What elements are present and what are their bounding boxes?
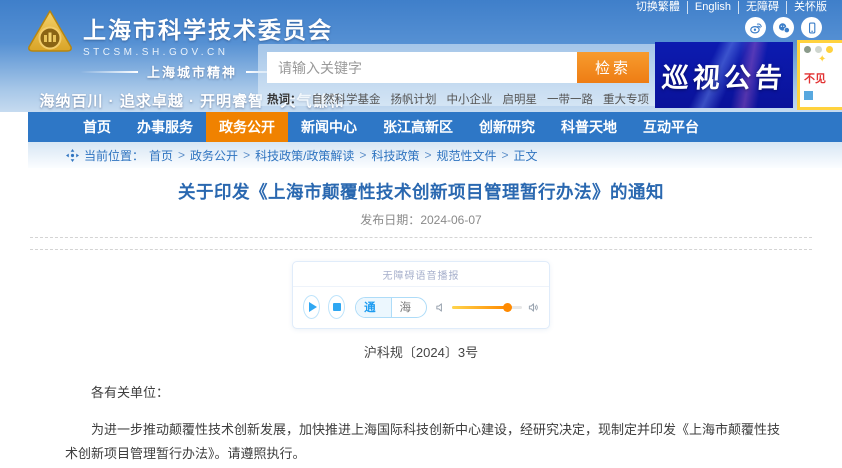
hotwords-label: 热词：: [267, 91, 302, 107]
site-header: 切换繁體 English 无障碍 关怀版: [0, 0, 842, 112]
breadcrumb: 当前位置： 首页 > 政务公开 > 科技政策/政策解读 > 科技政策 > 规范性…: [28, 142, 842, 168]
volume-knob[interactable]: [503, 303, 512, 312]
breadcrumb-normative-docs[interactable]: 规范性文件: [436, 147, 496, 164]
breadcrumb-home[interactable]: 首页: [149, 147, 173, 164]
sparkle-icon: ✦: [818, 55, 842, 65]
hotword-link[interactable]: 一带一路: [547, 91, 593, 107]
play-icon: [309, 302, 317, 312]
location-compass-icon: [66, 149, 79, 162]
inspection-notice-banner[interactable]: 巡视公告: [655, 42, 793, 108]
volume-high-icon: [528, 302, 539, 313]
audio-player: 无障碍语音播报 普通话 上海话: [292, 261, 550, 329]
breadcrumb-separator: >: [359, 148, 366, 162]
weibo-icon[interactable]: [745, 17, 766, 38]
breadcrumb-separator: >: [178, 148, 185, 162]
volume-slider[interactable]: [452, 306, 522, 309]
article-body: 各有关单位： 为进一步推动颠覆性技术创新发展，加快推进上海国际科技创新中心建设，…: [65, 381, 780, 468]
article-title: 关于印发《上海市颠覆性技术创新项目管理暂行办法》的通知: [30, 179, 812, 204]
volume-low-icon: [435, 302, 446, 313]
banner-title: 巡视公告: [661, 56, 788, 95]
breadcrumb-separator: >: [424, 148, 431, 162]
hotword-link[interactable]: 中小企业: [447, 91, 493, 107]
dashed-divider: [30, 237, 812, 238]
search-input[interactable]: [267, 52, 577, 83]
hotword-link[interactable]: 启明星: [503, 91, 538, 107]
main-nav: 首页 办事服务 政务公开 新闻中心 张江高新区 创新研究 科普天地 互动平台: [28, 112, 842, 142]
site-name: 上海市科学技术委员会: [83, 11, 333, 45]
document-number: 沪科规〔2024〕3号: [30, 342, 812, 361]
link-english[interactable]: English: [688, 1, 739, 14]
site-logo: [26, 9, 74, 60]
breadcrumb-label: 当前位置：: [84, 147, 144, 164]
play-button[interactable]: [303, 295, 320, 319]
article-paragraph: 为进一步推动颠覆性技术创新发展，加快推进上海国际科技创新中心建设，经研究决定，现…: [65, 418, 780, 466]
link-accessibility[interactable]: 无障碍: [739, 1, 787, 14]
nav-item-interaction[interactable]: 互动平台: [630, 112, 712, 142]
nav-item-news[interactable]: 新闻中心: [288, 112, 370, 142]
shanghainese-option[interactable]: 上海话: [392, 298, 426, 317]
link-care-version[interactable]: 关怀版: [787, 1, 834, 14]
mandarin-option[interactable]: 普通话: [356, 298, 391, 317]
side-banner-card[interactable]: ✦ 不见: [797, 40, 842, 110]
search-button[interactable]: 检索: [577, 52, 649, 83]
mobile-icon[interactable]: [801, 17, 822, 38]
breadcrumb-gov-affairs[interactable]: 政务公开: [190, 147, 238, 164]
breadcrumb-policy-interpretation[interactable]: 科技政策/政策解读: [255, 147, 354, 164]
audio-player-title: 无障碍语音播报: [293, 262, 549, 287]
nav-item-zhangjiang[interactable]: 张江高新区: [370, 112, 466, 142]
link-traditional-chinese[interactable]: 切换繁體: [629, 1, 688, 14]
city-spirit-label: 上海城市精神: [147, 62, 237, 81]
breadcrumb-separator: >: [243, 148, 250, 162]
publish-date: 发布日期：2024-06-07: [30, 211, 812, 228]
wechat-icon[interactable]: [773, 17, 794, 38]
banner-dots: [804, 46, 842, 53]
nav-item-science-popular[interactable]: 科普天地: [548, 112, 630, 142]
volume-fill: [452, 306, 507, 309]
dashed-divider: [30, 249, 812, 250]
stop-button[interactable]: [328, 295, 345, 319]
breadcrumb-tech-policy[interactable]: 科技政策: [371, 147, 419, 164]
hotword-link[interactable]: 扬帆计划: [391, 91, 437, 107]
article: 关于印发《上海市颠覆性技术创新项目管理暂行办法》的通知 发布日期：2024-06…: [0, 168, 842, 468]
search-panel: 检索 热词： 自然科学基金 扬帆计划 中小企业 启明星 一带一路 重大专项: [258, 44, 658, 106]
publish-date-value: 2024-06-07: [420, 213, 481, 227]
language-toggle: 普通话 上海话: [355, 297, 427, 318]
hotword-link[interactable]: 重大专项: [603, 91, 649, 107]
volume-control: [435, 302, 539, 313]
breadcrumb-separator: >: [501, 148, 508, 162]
nav-item-services[interactable]: 办事服务: [124, 112, 206, 142]
decor-line-left: [80, 71, 138, 73]
social-icons: [745, 17, 822, 38]
utility-links: 切换繁體 English 无障碍 关怀版: [629, 1, 834, 14]
nav-item-gov-affairs[interactable]: 政务公开: [206, 112, 288, 142]
breadcrumb-current-article: 正文: [514, 147, 538, 164]
side-banner-text: 不见: [804, 70, 842, 86]
hotwords-row: 热词： 自然科学基金 扬帆计划 中小企业 启明星 一带一路 重大专项: [267, 91, 649, 107]
hotword-link[interactable]: 自然科学基金: [312, 91, 381, 107]
stop-icon: [333, 303, 341, 311]
publish-date-label: 发布日期：: [360, 213, 420, 227]
salutation: 各有关单位：: [65, 381, 780, 405]
page: 切换繁體 English 无障碍 关怀版: [0, 0, 842, 468]
nav-item-innovation[interactable]: 创新研究: [466, 112, 548, 142]
nav-item-home[interactable]: 首页: [70, 112, 124, 142]
banner-square-decor: [804, 91, 813, 100]
